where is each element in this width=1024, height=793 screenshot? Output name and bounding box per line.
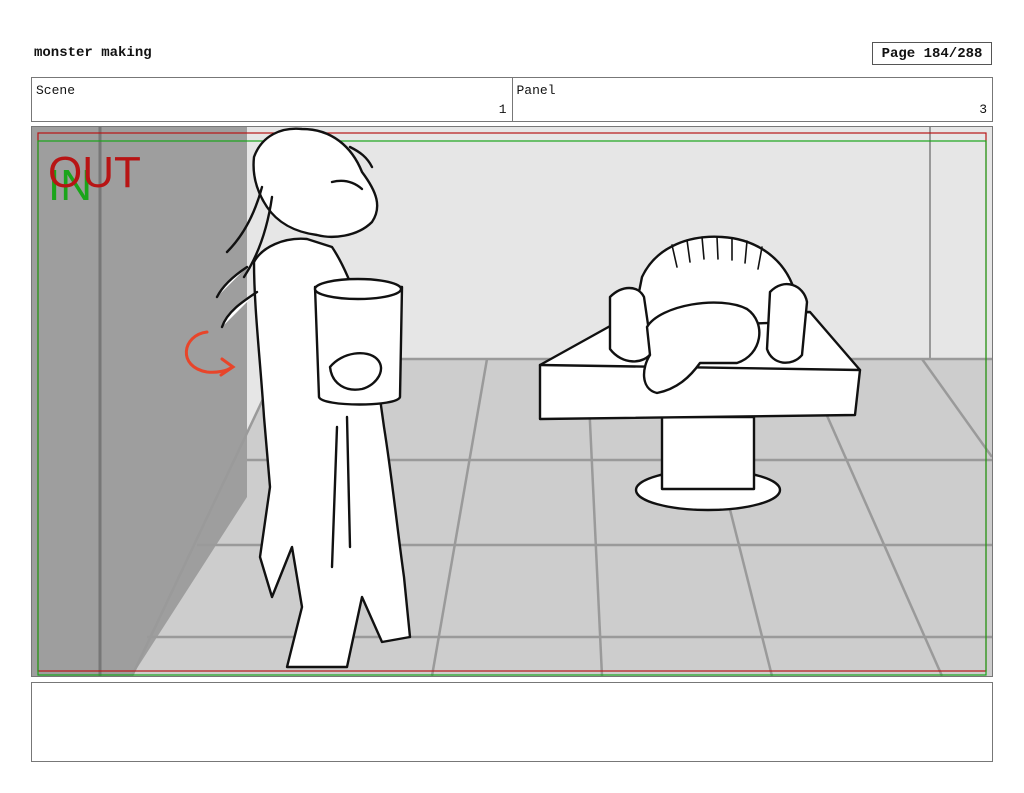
- storyboard-panel: IN OUT: [31, 126, 993, 677]
- panel-cell: Panel 3: [511, 78, 993, 121]
- out-marker: OUT: [48, 148, 141, 197]
- panel-notes: [31, 682, 993, 762]
- page-indicator: Page 184/288: [872, 42, 992, 65]
- project-title: monster making: [34, 45, 152, 61]
- panel-number: 3: [979, 102, 987, 117]
- panel-sketch: IN OUT: [32, 127, 992, 676]
- scene-number: 1: [498, 102, 507, 117]
- panel-label: Panel: [516, 83, 556, 98]
- scene-panel-info: Scene 1 Panel 3: [31, 77, 993, 122]
- scene-cell: Scene 1: [32, 78, 512, 121]
- scene-label: Scene: [36, 83, 76, 98]
